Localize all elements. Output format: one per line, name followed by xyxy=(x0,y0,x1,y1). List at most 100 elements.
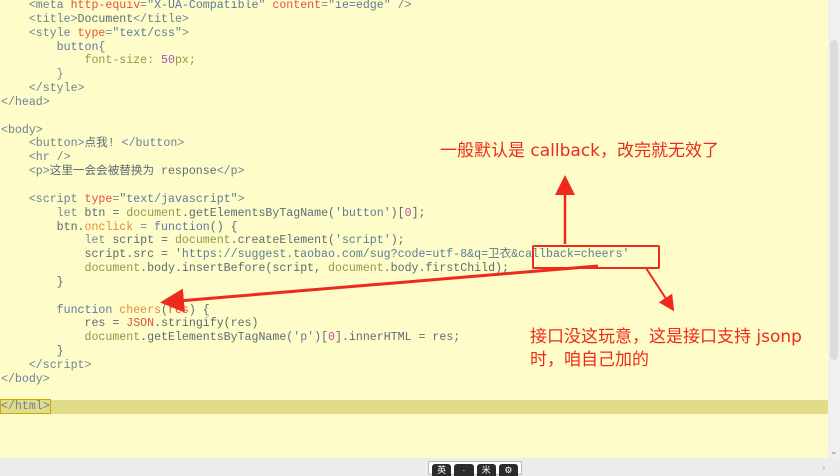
code-token: script = xyxy=(112,234,175,248)
code-token: function xyxy=(154,220,210,234)
code-token: </body> xyxy=(1,372,50,386)
code-token: .createElement( xyxy=(230,234,336,248)
code-token: res = xyxy=(84,317,127,331)
code-token: ( xyxy=(161,303,169,317)
code-token: btn = xyxy=(84,206,127,220)
vertical-scrollbar[interactable]: ⌄ xyxy=(828,0,840,458)
code-token: </style> xyxy=(28,82,85,96)
code-token: let xyxy=(84,234,113,248)
code-line: script.src = 'https://suggest.taobao.com… xyxy=(1,248,828,262)
code-token: res xyxy=(168,303,189,317)
ime-lang-button[interactable]: 英 xyxy=(432,464,452,476)
code-token: ].innerHTML = res; xyxy=(335,331,461,345)
code-token: <p> xyxy=(28,165,50,179)
ime-mode-button[interactable]: 米 xyxy=(476,464,496,476)
scrollbar-thumb[interactable] xyxy=(830,40,838,360)
code-token: "text/css" xyxy=(112,26,182,40)
code-line: <meta http-equiv="X-UA-Compatible" conte… xyxy=(1,0,828,13)
code-token: document xyxy=(174,234,231,248)
code-line: </html> xyxy=(0,399,828,415)
code-token: .stringify(res) xyxy=(154,317,259,331)
code-token: document xyxy=(126,206,182,220)
code-token: ); xyxy=(390,234,405,248)
code-line: let script = document.createElement('scr… xyxy=(1,234,828,248)
chevron-right-icon[interactable]: › xyxy=(822,462,825,473)
code-token: > xyxy=(181,26,189,40)
code-token: </script> xyxy=(28,358,92,372)
code-token: 'p' xyxy=(293,331,315,345)
code-token: document xyxy=(84,262,141,276)
code-token: "text/javascript" xyxy=(119,192,238,206)
code-line: } xyxy=(1,68,828,82)
code-token: font-size: xyxy=(84,54,162,68)
code-token: button{ xyxy=(56,40,106,54)
annotation-bottom-1: 接口没这玩意，这是接口支持 jsonp xyxy=(530,327,802,347)
code-token: JSON xyxy=(126,317,155,331)
gear-icon[interactable]: ⚙ xyxy=(498,464,518,476)
code-token: .body.insertBefore(script, xyxy=(140,262,329,276)
code-token: let xyxy=(56,206,85,220)
code-token: <button> xyxy=(28,137,85,151)
code-content[interactable]: <meta http-equiv = "X-UA-Compatible" conte… xyxy=(0,0,828,415)
code-line: </head> xyxy=(1,96,828,110)
code-token: .getElementsByTagName( xyxy=(140,331,294,345)
code-line: <style type="text/css"> xyxy=(1,27,828,41)
code-token: 0 xyxy=(404,206,412,220)
code-line: </body> xyxy=(1,373,828,387)
code-token: .getElementsByTagName( xyxy=(181,206,335,220)
code-token: </p> xyxy=(216,165,245,179)
code-token: <meta xyxy=(28,0,71,12)
annotation-bottom-2: 时，咱自己加的 xyxy=(530,350,649,370)
code-token: <hr /> xyxy=(28,151,71,165)
chevron-down-icon[interactable]: ⌄ xyxy=(830,446,838,457)
code-token: )[ xyxy=(390,206,405,220)
code-token: > xyxy=(237,192,245,206)
code-token: http-equiv xyxy=(70,0,141,12)
code-line: </style> xyxy=(1,82,828,96)
code-line: <script type="text/javascript"> xyxy=(1,193,828,207)
code-line: function cheers(res) { xyxy=(1,304,828,318)
code-token: .body.firstChild); xyxy=(383,262,509,276)
code-token: </html> xyxy=(0,399,51,415)
code-token: "X-UA-Compatible" xyxy=(147,0,266,12)
code-token: document xyxy=(84,331,141,345)
code-token: "ie=edge" xyxy=(328,0,391,12)
code-token: <title> xyxy=(28,12,78,26)
code-token: () { xyxy=(209,220,238,234)
code-line: let btn = document.getElementsByTagName(… xyxy=(1,207,828,221)
code-token: } xyxy=(56,345,64,359)
code-token: type xyxy=(77,26,106,40)
code-token: 0 xyxy=(328,331,335,345)
code-token: type xyxy=(84,192,113,206)
code-token: </button> xyxy=(121,137,185,151)
callback-highlight-box xyxy=(532,245,660,269)
code-token: Document xyxy=(77,12,134,26)
code-line: document.body.insertBefore(script, docum… xyxy=(1,262,828,276)
ime-punct-button[interactable]: · xyxy=(454,464,474,476)
code-token: document xyxy=(328,262,384,276)
code-editor[interactable]: <meta http-equiv = "X-UA-Compatible" conte… xyxy=(0,0,828,458)
code-line: <title>Document</title> xyxy=(1,13,828,27)
code-token: 'script' xyxy=(335,234,391,248)
code-token: </title> xyxy=(133,12,189,26)
code-token: 'button' xyxy=(335,206,391,220)
